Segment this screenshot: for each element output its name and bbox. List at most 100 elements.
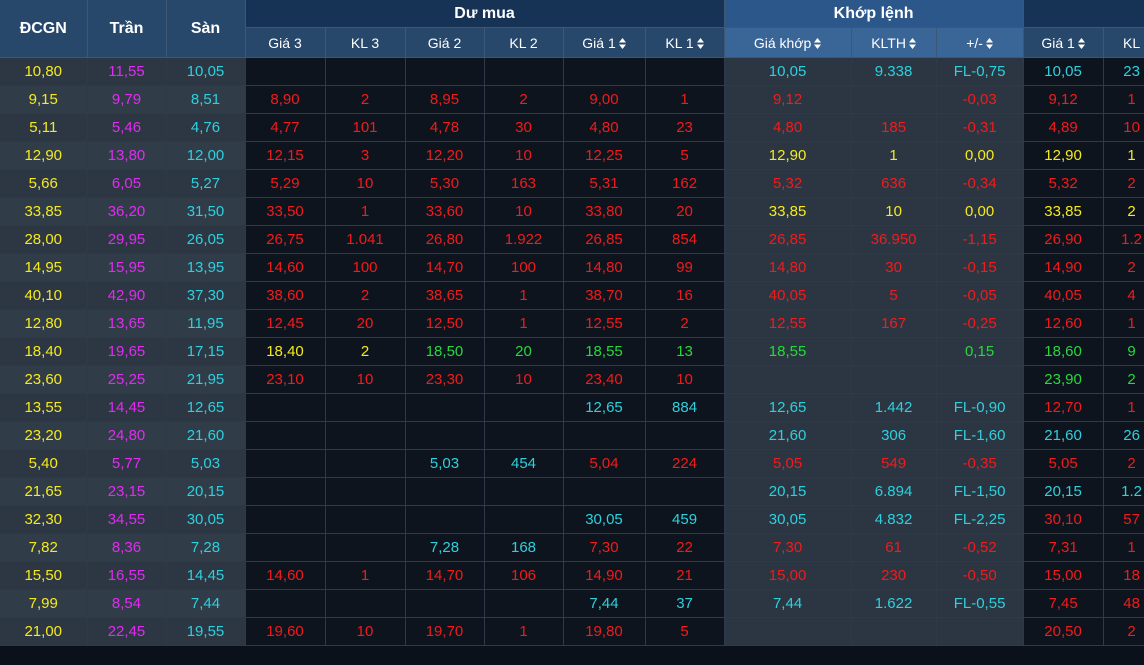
header-ceiling[interactable]: Trần xyxy=(87,0,167,58)
bid-price-3-cell[interactable]: 23,10 xyxy=(245,365,326,394)
bid-price-3-cell[interactable]: 12,45 xyxy=(245,309,326,338)
bid-volume-3-cell[interactable]: 10 xyxy=(325,617,406,646)
match-price-cell[interactable]: 5,32 xyxy=(724,169,852,198)
bid-price-2-cell[interactable]: 18,50 xyxy=(405,337,485,366)
match-change-cell[interactable]: -0,05 xyxy=(936,281,1024,310)
bid-volume-2-cell[interactable]: 2 xyxy=(484,85,564,114)
bid-volume-3-cell[interactable]: 10 xyxy=(325,169,406,198)
bid-volume-1-cell[interactable]: 23 xyxy=(645,113,725,142)
sort-up-down-icon[interactable] xyxy=(814,37,822,49)
ask-price-1-cell[interactable]: 12,70 xyxy=(1023,393,1104,422)
bid-price-2-cell[interactable] xyxy=(405,477,485,506)
bid-price-1-cell[interactable]: 4,80 xyxy=(563,113,646,142)
ask-price-1-cell[interactable]: 23,90 xyxy=(1023,365,1104,394)
bid-volume-2-cell[interactable] xyxy=(484,505,564,534)
bid-price-3-cell[interactable] xyxy=(245,449,326,478)
ceiling-cell[interactable]: 5,46 xyxy=(87,113,167,142)
bid-price-2-cell[interactable] xyxy=(405,393,485,422)
ceiling-cell[interactable]: 13,80 xyxy=(87,141,167,170)
bid-price-3-cell[interactable]: 5,29 xyxy=(245,169,326,198)
sort-up-down-icon[interactable] xyxy=(618,37,626,49)
floor-cell[interactable]: 17,15 xyxy=(166,337,246,366)
ceiling-cell[interactable]: 13,65 xyxy=(87,309,167,338)
ask-price-1-cell[interactable]: 21,60 xyxy=(1023,421,1104,450)
match-volume-cell[interactable] xyxy=(851,617,937,646)
header-bid-volume-1[interactable]: KL 1 xyxy=(645,27,725,58)
floor-cell[interactable]: 12,65 xyxy=(166,393,246,422)
match-volume-cell[interactable]: 10 xyxy=(851,197,937,226)
ref-price-cell[interactable]: 21,00 xyxy=(0,617,88,646)
stock-row[interactable]: 7,82 8,36 7,28 7,28 168 7,30 22 7,30 61 -0,52 7,31… xyxy=(0,533,1144,562)
floor-cell[interactable]: 12,00 xyxy=(166,141,246,170)
match-price-cell[interactable]: 33,85 xyxy=(724,197,852,226)
bid-volume-1-cell[interactable]: 5 xyxy=(645,617,725,646)
ceiling-cell[interactable]: 19,65 xyxy=(87,337,167,366)
ask-price-1-cell[interactable]: 5,32 xyxy=(1023,169,1104,198)
bid-price-1-cell[interactable]: 38,70 xyxy=(563,281,646,310)
bid-volume-3-cell[interactable] xyxy=(325,57,406,86)
ask-price-1-cell[interactable]: 5,05 xyxy=(1023,449,1104,478)
match-volume-cell[interactable]: 1 xyxy=(851,141,937,170)
ask-price-1-cell[interactable]: 18,60 xyxy=(1023,337,1104,366)
stock-row[interactable]: 12,90 13,80 12,00 12,15 3 12,20 10 12,25 5 12,90 1… xyxy=(0,141,1144,170)
header-ask-volume-1[interactable]: KL xyxy=(1103,27,1144,58)
bid-price-3-cell[interactable]: 26,75 xyxy=(245,225,326,254)
match-volume-cell[interactable]: 636 xyxy=(851,169,937,198)
bid-price-2-cell[interactable] xyxy=(405,57,485,86)
floor-cell[interactable]: 26,05 xyxy=(166,225,246,254)
ref-price-cell[interactable]: 23,20 xyxy=(0,421,88,450)
bid-price-1-cell[interactable]: 12,25 xyxy=(563,141,646,170)
floor-cell[interactable]: 7,28 xyxy=(166,533,246,562)
ask-volume-1-cell[interactable]: 2 xyxy=(1103,449,1144,478)
sort-up-down-icon[interactable] xyxy=(696,37,704,49)
match-change-cell[interactable] xyxy=(936,365,1024,394)
bid-volume-1-cell[interactable]: 22 xyxy=(645,533,725,562)
bid-price-3-cell[interactable]: 38,60 xyxy=(245,281,326,310)
match-price-cell[interactable] xyxy=(724,617,852,646)
ask-price-1-cell[interactable]: 26,90 xyxy=(1023,225,1104,254)
match-volume-cell[interactable]: 230 xyxy=(851,561,937,590)
match-change-cell[interactable]: -0,35 xyxy=(936,449,1024,478)
match-price-cell[interactable]: 12,65 xyxy=(724,393,852,422)
ask-volume-1-cell[interactable]: 23 xyxy=(1103,57,1144,86)
stock-row[interactable]: 18,40 19,65 17,15 18,40 2 18,50 20 18,55 13 18,55… xyxy=(0,337,1144,366)
ceiling-cell[interactable]: 11,55 xyxy=(87,57,167,86)
match-volume-cell[interactable]: 9.338 xyxy=(851,57,937,86)
ask-volume-1-cell[interactable]: 48 xyxy=(1103,589,1144,618)
ask-volume-1-cell[interactable]: 10 xyxy=(1103,113,1144,142)
ask-volume-1-cell[interactable]: 26 xyxy=(1103,421,1144,450)
stock-row[interactable]: 32,30 34,55 30,05 30,05 459 30,05 4.832 FL-2,25… xyxy=(0,505,1144,534)
bid-price-1-cell[interactable]: 5,04 xyxy=(563,449,646,478)
bid-price-1-cell[interactable]: 14,80 xyxy=(563,253,646,282)
floor-cell[interactable]: 37,30 xyxy=(166,281,246,310)
bid-volume-1-cell[interactable]: 13 xyxy=(645,337,725,366)
ask-price-1-cell[interactable]: 20,50 xyxy=(1023,617,1104,646)
ref-price-cell[interactable]: 12,90 xyxy=(0,141,88,170)
header-bid-price-1[interactable]: Giá 1 xyxy=(563,27,646,58)
bid-volume-2-cell[interactable]: 10 xyxy=(484,365,564,394)
floor-cell[interactable]: 5,27 xyxy=(166,169,246,198)
bid-volume-2-cell[interactable]: 106 xyxy=(484,561,564,590)
bid-volume-3-cell[interactable]: 2 xyxy=(325,281,406,310)
ceiling-cell[interactable]: 24,80 xyxy=(87,421,167,450)
header-bid-volume-3[interactable]: KL 3 xyxy=(325,27,406,58)
match-change-cell[interactable]: -0,34 xyxy=(936,169,1024,198)
ceiling-cell[interactable]: 29,95 xyxy=(87,225,167,254)
match-volume-cell[interactable]: 61 xyxy=(851,533,937,562)
bid-volume-2-cell[interactable] xyxy=(484,393,564,422)
bid-volume-3-cell[interactable] xyxy=(325,589,406,618)
ref-price-cell[interactable]: 5,11 xyxy=(0,113,88,142)
floor-cell[interactable]: 30,05 xyxy=(166,505,246,534)
header-ref-price[interactable]: ĐCGN xyxy=(0,0,88,58)
bid-price-1-cell[interactable]: 19,80 xyxy=(563,617,646,646)
match-volume-cell[interactable]: 5 xyxy=(851,281,937,310)
match-price-cell[interactable]: 4,80 xyxy=(724,113,852,142)
ceiling-cell[interactable]: 15,95 xyxy=(87,253,167,282)
bid-price-1-cell[interactable]: 23,40 xyxy=(563,365,646,394)
ask-price-1-cell[interactable]: 14,90 xyxy=(1023,253,1104,282)
ask-price-1-cell[interactable]: 33,85 xyxy=(1023,197,1104,226)
match-volume-cell[interactable]: 30 xyxy=(851,253,937,282)
match-change-cell[interactable]: 0,00 xyxy=(936,197,1024,226)
header-match-change[interactable]: +/- xyxy=(936,27,1024,58)
ref-price-cell[interactable]: 7,99 xyxy=(0,589,88,618)
